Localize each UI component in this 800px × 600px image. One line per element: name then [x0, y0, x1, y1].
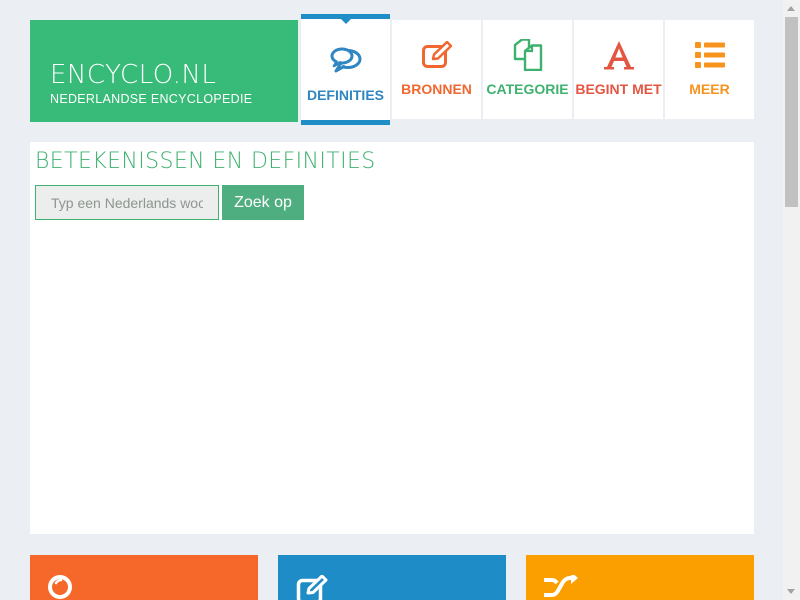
nav-item-begint-met[interactable]: BEGINT MET	[574, 20, 663, 119]
nav-item-label: BEGINT MET	[575, 81, 662, 97]
tile-shuffle[interactable]	[526, 555, 754, 600]
letter-a-icon	[574, 40, 663, 70]
nav-item-label: CATEGORIE	[486, 81, 569, 97]
comments-icon	[301, 45, 390, 75]
nav-item-label: DEFINITIES	[306, 87, 384, 103]
site-name: ENCYCLO.NL	[50, 60, 217, 90]
nav-item-label: BRONNEN	[401, 81, 472, 97]
nav-item-bronnen[interactable]: BRONNEN	[392, 20, 481, 119]
tile-edit[interactable]	[278, 555, 506, 600]
edit-icon	[392, 40, 481, 70]
search-button[interactable]: Zoek op	[222, 185, 304, 220]
copy-icon	[483, 39, 572, 71]
scroll-up-icon[interactable]	[787, 6, 795, 11]
edit-icon	[296, 574, 328, 600]
nav-item-definities[interactable]: DEFINITIES	[301, 14, 390, 125]
lightbulb-icon	[46, 573, 76, 600]
main-content: BETEKENISSEN EN DEFINITIES Zoek op	[30, 142, 754, 534]
nav-item-label: MEER	[689, 81, 730, 97]
nav-item-categorie[interactable]: CATEGORIE	[483, 20, 572, 119]
tile-lightbulb[interactable]	[30, 555, 258, 600]
site-logo[interactable]: ENCYCLO.NL NEDERLANDSE ENCYCLOPEDIE	[30, 20, 298, 122]
nav-item-meer[interactable]: MEER	[665, 20, 754, 119]
scroll-down-icon[interactable]	[787, 589, 795, 594]
list-icon	[665, 40, 754, 70]
shuffle-icon	[544, 572, 578, 600]
page-scrollbar[interactable]	[783, 0, 800, 600]
site-tagline: NEDERLANDSE ENCYCLOPEDIE	[50, 92, 253, 106]
page-title: BETEKENISSEN EN DEFINITIES	[35, 149, 376, 174]
scrollbar-thumb[interactable]	[785, 17, 798, 207]
active-caret	[339, 18, 352, 24]
search-input[interactable]	[35, 185, 219, 220]
